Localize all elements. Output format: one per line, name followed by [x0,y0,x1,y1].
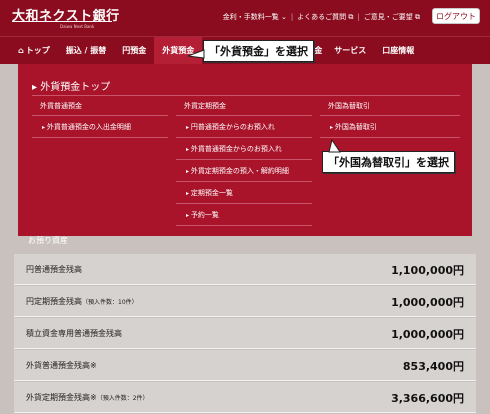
foreign-deposit-menu: ▸ 外貨預金トップ 外貨普通預金 外貨普通預金の入出金明細 外貨定期預金 円普通… [18,64,472,236]
menu-item[interactable]: 外貨定期預金の預入・解約明細 [176,160,312,182]
feedback-link[interactable]: ご意見・ご要望 ⧉ [364,12,420,22]
separator: | [357,13,360,21]
logout-button[interactable]: ログアウト [432,8,480,24]
asset-label: 外貨定期預金残高※（預入件数：2件） [26,393,149,402]
asset-label: 外貨普通預金残高※ [26,361,97,370]
home-icon: ⌂ [18,45,24,55]
menu-column-time: 外貨定期預金 円普通預金からのお預入れ 外貨普通預金からのお預入れ 外貨定期預金… [176,100,312,226]
foreign-deposit-top-link[interactable]: ▸ 外貨預金トップ [32,78,110,93]
menu-item[interactable]: 外貨普通預金からのお預入れ [176,138,312,160]
bank-logo[interactable]: 大和ネクスト銀行 Daiwa Next Bank [12,5,120,29]
asset-value: 3,366,600円 [391,392,464,405]
menu-item[interactable]: 外貨普通預金の入出金明細 [32,116,168,138]
rates-fees-link[interactable]: 金利・手数料一覧 ⌄ [223,12,287,22]
menu-item[interactable]: 円普通預金からのお預入れ [176,116,312,138]
menu-column-heading: 外貨普通預金 [40,102,82,110]
separator: | [290,13,294,21]
callout-select-fx-trade: 「外国為替取引」を選択 [322,151,455,173]
menu-column-heading: 外貨定期預金 [184,102,226,110]
asset-value: 1,000,000円 [391,328,464,341]
menu-column-ordinary: 外貨普通預金 外貨普通預金の入出金明細 [32,100,168,138]
asset-row: 積立資金専用普通預金残高 1,000,000円 [14,318,476,349]
asset-label: 積立資金専用普通預金残高 [26,329,122,338]
menu-item[interactable]: 外国為替取引 [320,116,460,138]
top-links: 金利・手数料一覧 ⌄ | よくあるご質問 ⧉ | ご意見・ご要望 ⧉ [223,12,420,22]
menu-item[interactable]: 予約一覧 [176,204,312,226]
asset-row: 外貨定期預金残高※（預入件数：2件） 3,366,600円 [14,382,476,413]
asset-row: 円定期預金残高（預入件数：10件） 1,000,000円 [14,286,476,317]
page-background [0,64,18,236]
menu-item[interactable]: 定期預金一覧 [176,182,312,204]
nav-yen-deposit[interactable]: 円預金 [114,37,154,65]
asset-label: 円定期預金残高（預入件数：10件） [26,297,138,306]
asset-value: 1,000,000円 [391,296,464,309]
nav-account-info[interactable]: 口座情報 [374,37,422,65]
nav-top[interactable]: ⌂ トップ [10,37,58,65]
asset-label: 円普通預金残高 [26,265,82,274]
nav-partial-item[interactable]: 金 [314,37,326,65]
callout-select-foreign-deposit: 「外貨預金」を選択 [203,40,314,62]
divider [32,95,460,96]
faq-link[interactable]: よくあるご質問 ⧉ [297,12,353,22]
header: 大和ネクスト銀行 Daiwa Next Bank 金利・手数料一覧 ⌄ | よく… [0,0,490,36]
logo-subtext: Daiwa Next Bank [60,24,95,29]
nav-services[interactable]: サービス [326,37,374,65]
page-background [472,64,490,236]
menu-column-heading: 外国為替取引 [328,102,370,110]
callout-pointer [328,138,341,153]
asset-value: 1,100,000円 [391,264,464,277]
callout-pointer [187,49,205,59]
nav-top-label: トップ [25,45,50,55]
asset-value: 853,400円 [402,360,464,373]
nav-transfer[interactable]: 振込 / 振替 [58,37,115,65]
asset-row: 外貨普通預金残高※ 853,400円 [14,350,476,381]
asset-row: 円普通預金残高 1,100,000円 [14,254,476,285]
assets-section-title: お預り資産 [28,236,68,245]
menu-column-fx: 外国為替取引 外国為替取引 [320,100,460,138]
logo-underline [12,21,112,22]
